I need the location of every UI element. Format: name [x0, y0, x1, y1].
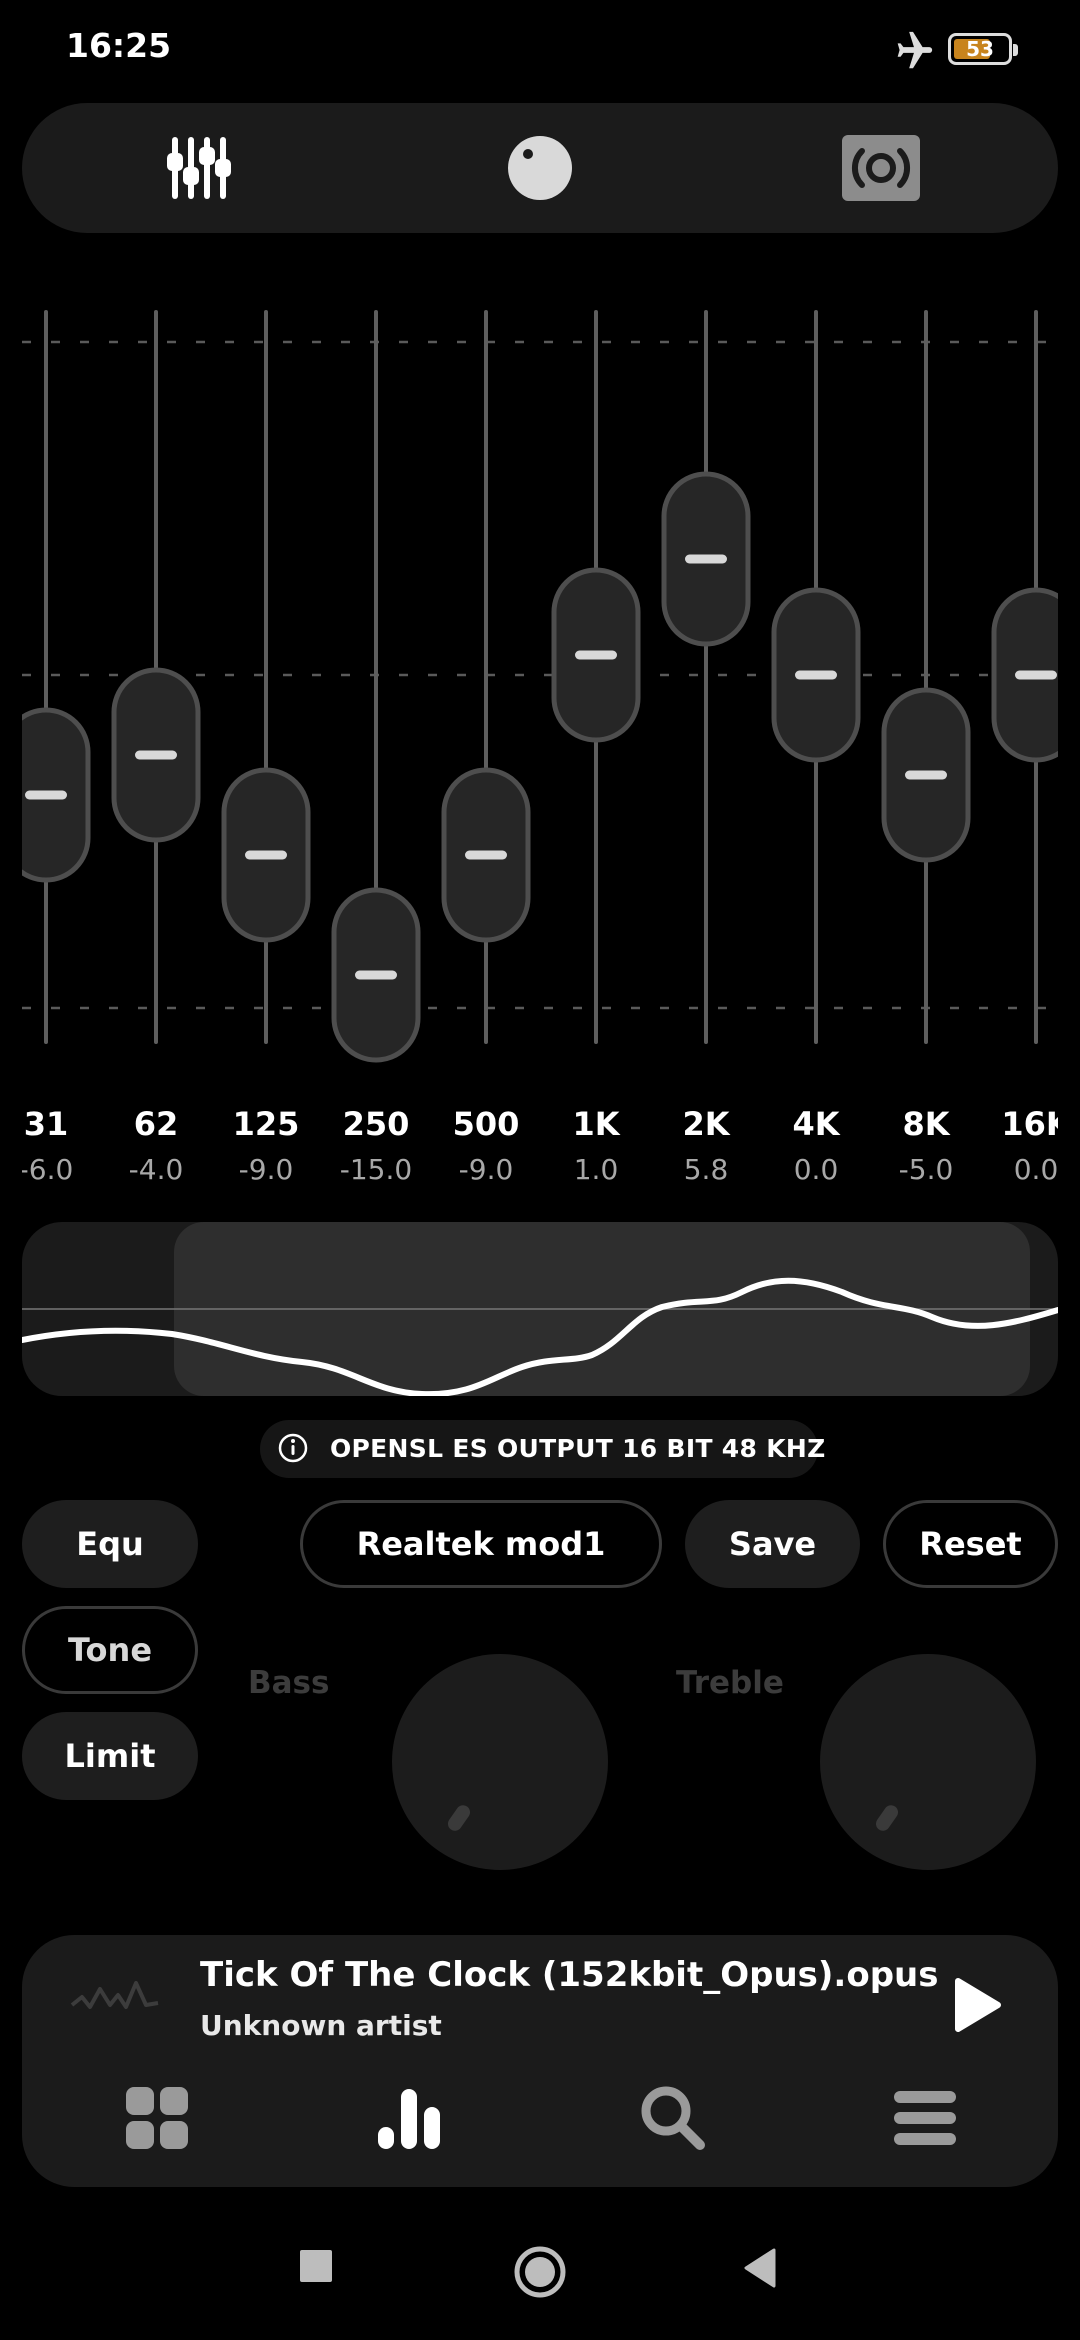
- eq-slider-250[interactable]: [331, 310, 421, 1063]
- recent-apps-icon[interactable]: [298, 2248, 334, 2284]
- band-gain-value: 0.0: [793, 1153, 839, 1186]
- search-icon[interactable]: [638, 2083, 708, 2153]
- band-gain-value: -4.0: [128, 1153, 184, 1186]
- airplane-mode-icon: [897, 31, 933, 69]
- band-gain-value: -9.0: [238, 1153, 294, 1186]
- equalizer-bars-icon[interactable]: [374, 2083, 444, 2153]
- eq-slider-8k[interactable]: [881, 310, 971, 1045]
- output-info-chip: OPENSL ES OUTPUT 16 BIT 48 KHZ: [260, 1420, 825, 1478]
- waveform-icon: [70, 1981, 159, 2009]
- top-tab-bar: [22, 103, 1058, 233]
- equalizer-bands: [22, 290, 1058, 1120]
- bass-label: Bass: [248, 1665, 330, 1701]
- library-grid-icon[interactable]: [122, 2083, 192, 2153]
- band-frequency-label: 8K: [902, 1105, 950, 1143]
- status-time: 16:25: [66, 26, 172, 65]
- info-icon: [278, 1433, 308, 1463]
- band-frequency-label: 2K: [682, 1105, 730, 1143]
- band-label-row: 31 -6.0 62 -4.0 125 -9.0 250 -15.0 500 -9.0 1K 1.0 2…: [22, 1105, 1058, 1205]
- band-frequency-label: 16K: [1001, 1105, 1058, 1143]
- track-title[interactable]: Tick Of The Clock (152kbit_Opus).opus: [200, 1955, 939, 1995]
- band-gain-value: -5.0: [898, 1153, 954, 1186]
- band-gain-value: -6.0: [22, 1153, 74, 1186]
- equ-button[interactable]: Equ: [22, 1500, 198, 1588]
- equalizer-sliders-canvas: [22, 310, 1058, 1063]
- band-frequency-label: 1K: [572, 1105, 620, 1143]
- eq-slider-31[interactable]: [22, 310, 91, 1045]
- eq-slider-1k[interactable]: [551, 310, 641, 1045]
- save-button[interactable]: Save: [685, 1500, 860, 1588]
- treble-knob[interactable]: [820, 1654, 1036, 1870]
- battery-level: 53: [966, 37, 994, 61]
- limit-button[interactable]: Limit: [22, 1712, 198, 1800]
- eq-slider-62[interactable]: [111, 310, 201, 1045]
- battery-icon: 53: [948, 33, 1018, 65]
- eq-slider-500[interactable]: [441, 310, 531, 1045]
- eq-slider-16k[interactable]: [991, 310, 1058, 1045]
- band-gain-value: 0.0: [1013, 1153, 1058, 1186]
- response-curve-canvas: [22, 1277, 1058, 1396]
- reset-button[interactable]: Reset: [883, 1500, 1058, 1588]
- band-gain-value: -9.0: [458, 1153, 514, 1186]
- band-frequency-label: 62: [133, 1105, 179, 1143]
- response-curve: [22, 1277, 1058, 1396]
- bass-knob[interactable]: [392, 1654, 608, 1870]
- band-gain-value: 1.0: [573, 1153, 619, 1186]
- band-frequency-label: 125: [232, 1105, 300, 1143]
- equalizer-sliders-icon[interactable]: [164, 133, 234, 203]
- output-info-text: OPENSL ES OUTPUT 16 BIT 48 KHZ: [330, 1434, 826, 1463]
- play-icon[interactable]: [952, 1977, 1002, 2033]
- surround-speaker-icon[interactable]: [840, 133, 922, 203]
- band-gain-value: -15.0: [339, 1153, 413, 1186]
- now-playing-panel: Tick Of The Clock (152kbit_Opus).opus Un…: [22, 1935, 1058, 2187]
- track-artist[interactable]: Unknown artist: [200, 2009, 442, 2042]
- menu-icon[interactable]: [890, 2083, 960, 2153]
- back-icon[interactable]: [742, 2248, 778, 2288]
- band-frequency-label: 250: [342, 1105, 410, 1143]
- tone-knob-icon[interactable]: [505, 133, 575, 203]
- preset-button[interactable]: Realtek mod1: [300, 1500, 662, 1588]
- eq-slider-125[interactable]: [221, 310, 311, 1045]
- band-frequency-label: 31: [23, 1105, 69, 1143]
- band-frequency-label: 4K: [792, 1105, 840, 1143]
- treble-label: Treble: [676, 1665, 784, 1701]
- frequency-response-panel[interactable]: [22, 1222, 1058, 1396]
- band-frequency-label: 500: [452, 1105, 520, 1143]
- eq-slider-2k[interactable]: [661, 310, 751, 1045]
- tone-button[interactable]: Tone: [22, 1606, 198, 1694]
- home-icon[interactable]: [512, 2244, 568, 2300]
- band-gain-value: 5.8: [683, 1153, 729, 1186]
- eq-slider-4k[interactable]: [771, 310, 861, 1045]
